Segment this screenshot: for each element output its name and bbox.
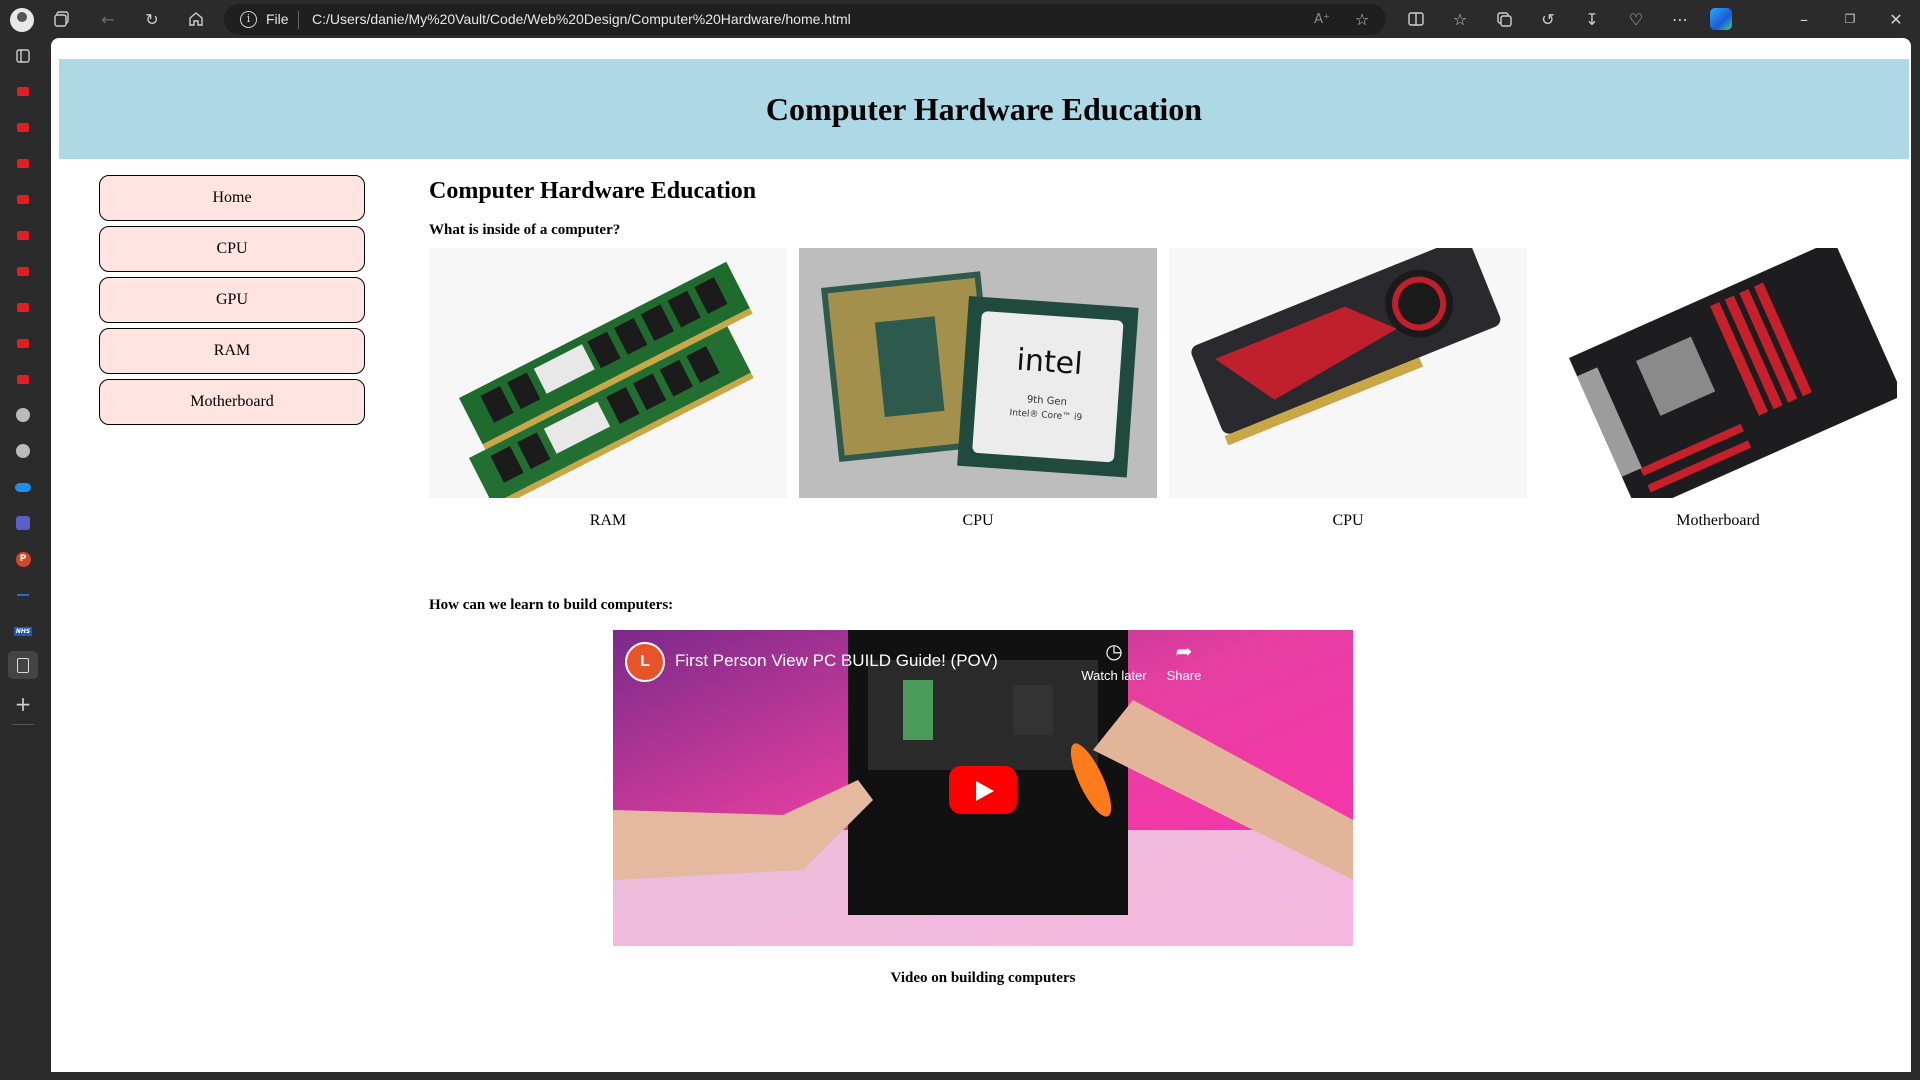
gallery-figure-cpu: intel 9th Gen Intel® Core™ i9 CPU [799, 248, 1157, 529]
youtube-tab-icon[interactable] [14, 190, 32, 208]
split-screen-icon[interactable] [1404, 7, 1428, 31]
gallery-figure-motherboard: Motherboard [1539, 248, 1897, 529]
info-icon[interactable]: i [240, 11, 257, 28]
new-tab-plus-icon[interactable]: + [14, 692, 32, 716]
gallery-caption: Motherboard [1676, 512, 1760, 529]
favorite-star-icon[interactable]: ☆ [1350, 7, 1374, 31]
github-tab-icon[interactable] [14, 442, 32, 460]
collections-icon[interactable] [1492, 7, 1516, 31]
youtube-tab-icon[interactable] [14, 82, 32, 100]
close-icon[interactable]: ✕ [1884, 7, 1908, 31]
page-viewport: Computer Hardware Education Home CPU GPU… [51, 38, 1911, 1072]
tab-divider [12, 724, 34, 725]
history-icon[interactable]: ↺ [1536, 7, 1560, 31]
nav-gpu-button[interactable]: GPU [99, 277, 365, 323]
nav-cpu-button[interactable]: CPU [99, 226, 365, 272]
youtube-tab-icon[interactable] [14, 118, 32, 136]
back-icon[interactable]: ← [96, 7, 120, 31]
teams-tab-icon[interactable] [14, 514, 32, 532]
favorites-icon[interactable]: ☆ [1448, 7, 1472, 31]
channel-logo[interactable]: L [625, 642, 665, 682]
motherboard-image [1539, 248, 1897, 498]
share-button[interactable]: ➦ Share [1149, 640, 1219, 683]
workspaces-icon[interactable] [50, 7, 74, 31]
youtube-tab-icon[interactable] [14, 262, 32, 280]
main-content: Computer Hardware Education What is insi… [429, 178, 1897, 986]
video-title[interactable]: First Person View PC BUILD Guide! (POV) [675, 651, 998, 671]
gallery-caption: CPU [1332, 512, 1364, 529]
gallery-caption: CPU [962, 512, 994, 529]
watch-later-label: Watch later [1081, 668, 1147, 683]
gallery-caption: RAM [589, 512, 627, 529]
active-tab-document-icon[interactable] [8, 651, 38, 679]
refresh-icon[interactable]: ↻ [140, 7, 164, 31]
gallery-figure-gpu: CPU [1169, 248, 1527, 529]
cpu-image: intel 9th Gen Intel® Core™ i9 [799, 248, 1157, 498]
ram-image [429, 248, 787, 498]
more-menu-icon[interactable]: ⋯ [1668, 7, 1692, 31]
downloads-icon[interactable]: ↧ [1580, 7, 1604, 31]
hardware-gallery: RAM intel 9th Gen Intel® Core™ i9 CPU CP… [429, 248, 1897, 529]
share-label: Share [1166, 668, 1202, 683]
nav-home-button[interactable]: Home [99, 175, 365, 221]
github-tab-icon[interactable] [14, 406, 32, 424]
youtube-video-embed[interactable]: L First Person View PC BUILD Guide! (POV… [613, 630, 1353, 946]
youtube-tab-icon[interactable] [14, 226, 32, 244]
copilot-icon[interactable] [1710, 8, 1732, 30]
browser-titlebar: ← ↻ i File C:/Users/danie/My%20Vault/Cod… [0, 0, 1920, 38]
address-separator [298, 11, 299, 29]
cpu-brand-text: intel [1015, 343, 1083, 383]
play-button-icon[interactable] [949, 766, 1017, 814]
page-heading: Computer Hardware Education [429, 178, 757, 204]
read-aloud-icon[interactable]: A⁺ [1310, 7, 1334, 31]
side-navigation: Home CPU GPU RAM Motherboard [99, 175, 365, 430]
video-caption: Video on building computers [890, 970, 1076, 986]
onedrive-tab-icon[interactable] [14, 478, 32, 496]
address-protocol: File [266, 11, 289, 27]
youtube-tab-icon[interactable] [14, 370, 32, 388]
address-url[interactable]: C:/Users/danie/My%20Vault/Code/Web%20Des… [312, 11, 851, 27]
question-inside-computer: What is inside of a computer? [429, 222, 621, 238]
tab-icon[interactable] [14, 586, 32, 604]
address-bar[interactable]: i File C:/Users/danie/My%20Vault/Code/We… [224, 4, 1386, 35]
share-icon: ➦ [1175, 641, 1193, 663]
question-learn-build: How can we learn to build computers: [429, 597, 674, 613]
nav-motherboard-button[interactable]: Motherboard [99, 379, 365, 425]
youtube-tab-icon[interactable] [14, 334, 32, 352]
nav-ram-button[interactable]: RAM [99, 328, 365, 374]
restore-icon[interactable]: ❐ [1838, 7, 1862, 31]
gallery-figure-ram: RAM [429, 248, 787, 529]
performance-icon[interactable]: ♡ [1624, 7, 1648, 31]
page-banner: Computer Hardware Education [59, 59, 1909, 159]
banner-title: Computer Hardware Education [765, 90, 1203, 127]
tab-actions-icon[interactable] [14, 47, 32, 65]
clock-icon: ◷ [1105, 641, 1123, 663]
profile-avatar[interactable] [10, 8, 34, 32]
gpu-image [1169, 248, 1527, 498]
nhs-tab-icon[interactable]: NHS [14, 622, 32, 640]
vertical-tab-bar: P NHS + [0, 38, 50, 1080]
home-icon[interactable] [184, 7, 208, 31]
youtube-tab-icon[interactable] [14, 298, 32, 316]
watch-later-button[interactable]: ◷ Watch later [1079, 640, 1149, 683]
minimize-icon[interactable]: – [1792, 7, 1816, 31]
youtube-tab-icon[interactable] [14, 154, 32, 172]
powerpoint-tab-icon[interactable]: P [14, 550, 32, 568]
